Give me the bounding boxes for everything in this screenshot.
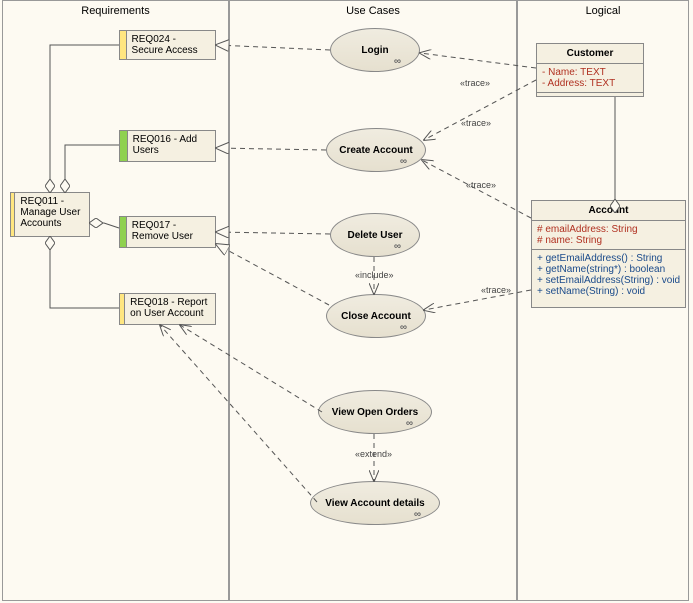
class-title: Account [532,201,685,221]
req-tab-icon [120,217,127,247]
op: + getEmailAddress() : String [537,253,680,264]
req-req024[interactable]: REQ024 - Secure Access [119,30,216,60]
usecase-view-details[interactable]: View Account details ∞ [310,481,440,525]
op: + setEmailAddress(String) : void [537,275,680,286]
infinity-icon: ∞ [400,322,407,333]
infinity-icon: ∞ [414,509,421,520]
usecase-label: View Account details [325,498,424,509]
attr: - Address: TEXT [542,78,638,89]
req-req016[interactable]: REQ016 - Add Users [119,130,216,162]
req-tab-icon [120,131,128,161]
infinity-icon: ∞ [400,156,407,167]
usecase-label: Login [361,45,388,56]
req-req011[interactable]: REQ011 - Manage User Accounts [10,192,90,237]
op: + getName(string*) : boolean [537,264,680,275]
req-req017[interactable]: REQ017 - Remove User [119,216,216,248]
trace-label: «trace» [480,285,512,295]
attr: # name: String [537,235,680,246]
include-label: «include» [354,270,395,280]
class-customer[interactable]: Customer - Name: TEXT - Address: TEXT [536,43,644,97]
usecase-create[interactable]: Create Account ∞ [326,128,426,172]
req-label: REQ024 - Secure Access [127,31,215,59]
attr: - Name: TEXT [542,67,638,78]
usecase-close[interactable]: Close Account ∞ [326,294,426,338]
class-title: Customer [537,44,643,64]
class-attrs: - Name: TEXT - Address: TEXT [537,64,643,93]
req-label: REQ017 - Remove User [127,217,215,247]
infinity-icon: ∞ [394,241,401,252]
usecase-label: Delete User [347,230,402,241]
extend-label: «extend» [354,449,393,459]
req-req018[interactable]: REQ018 - Report on User Account [119,293,216,325]
lane-title: Use Cases [230,1,516,21]
usecase-view-open[interactable]: View Open Orders ∞ [318,390,432,434]
usecase-label: Create Account [339,145,413,156]
infinity-icon: ∞ [406,418,413,429]
usecase-label: View Open Orders [332,407,419,418]
lane-title: Logical [518,1,688,21]
attr: # emailAddress: String [537,224,680,235]
usecase-label: Close Account [341,311,411,322]
op: + setName(String) : void [537,286,680,297]
trace-label: «trace» [465,180,497,190]
lane-title: Requirements [3,1,228,21]
trace-label: «trace» [460,118,492,128]
class-ops: + getEmailAddress() : String + getName(s… [532,250,685,300]
diagram-canvas: Requirements Use Cases Logical REQ011 - … [0,0,693,603]
trace-label: «trace» [459,78,491,88]
class-account[interactable]: Account # emailAddress: String # name: S… [531,200,686,308]
infinity-icon: ∞ [394,56,401,67]
req-label: REQ016 - Add Users [128,131,215,161]
req-label: REQ018 - Report on User Account [125,294,215,324]
usecase-delete[interactable]: Delete User ∞ [330,213,420,257]
class-attrs: # emailAddress: String # name: String [532,221,685,250]
usecase-login[interactable]: Login ∞ [330,28,420,72]
req-label: REQ011 - Manage User Accounts [15,193,89,236]
